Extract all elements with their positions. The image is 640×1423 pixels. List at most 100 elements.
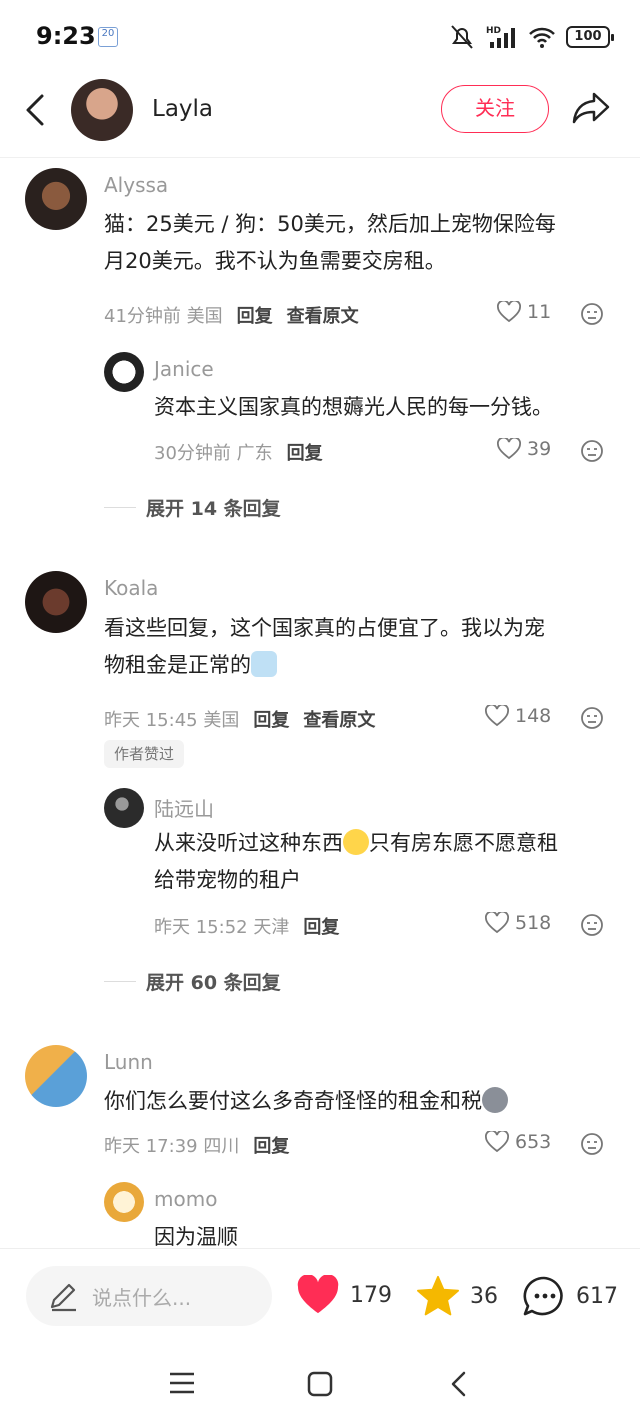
like-count: 39 — [527, 438, 552, 460]
reply-text-line: 给带宠物的租户 — [154, 868, 301, 892]
author-liked-badge: 作者赞过 — [104, 740, 185, 768]
share-icon[interactable] — [570, 88, 612, 128]
status-time: 9:23 — [36, 22, 96, 50]
comment-text-line: 你们怎么要付这么多奇奇怪怪的租金和税 — [104, 1083, 508, 1120]
like-button[interactable]: 148 — [485, 705, 551, 727]
bottom-action-bar: 说点什么... 179 36 617 — [0, 1248, 640, 1343]
author-name[interactable]: Layla — [152, 96, 213, 122]
comment-text: 你们怎么要付这么多奇奇怪怪的租金和税 — [104, 1089, 482, 1113]
battery-icon: 100 — [566, 26, 614, 48]
avatar[interactable] — [25, 571, 87, 633]
crying-emoji-icon — [343, 829, 369, 855]
wifi-icon — [529, 27, 555, 48]
heart-outline-icon — [485, 705, 509, 727]
reply-button[interactable]: 回复 — [253, 1132, 289, 1158]
back-nav-icon[interactable] — [448, 1370, 470, 1398]
comment-input-placeholder: 说点什么... — [92, 1285, 192, 1310]
status-bar: 9:23 20 HD 100 — [0, 0, 640, 72]
like-button[interactable]: 518 — [485, 912, 551, 934]
expand-replies-label: 展开 14 条回复 — [146, 498, 281, 520]
comment-meta: 昨天 17:39 四川 回复 — [104, 1132, 289, 1158]
divider — [104, 507, 136, 508]
heart-outline-icon — [497, 301, 521, 323]
mute-bell-icon — [451, 25, 473, 49]
back-arrow-icon[interactable] — [20, 90, 50, 130]
like-button[interactable]: 39 — [497, 438, 551, 460]
collect-count: 36 — [470, 1283, 498, 1309]
heart-outline-icon — [485, 1131, 509, 1153]
comment-text: 物租金是正常的 — [104, 653, 251, 677]
status-icons: HD 100 — [448, 22, 614, 52]
signal-icon: HD — [486, 26, 515, 48]
avatar[interactable] — [25, 168, 87, 230]
comment-meta: 41分钟前 美国 回复 查看原文 — [104, 302, 359, 328]
expand-replies-button[interactable]: 展开 60 条回复 — [104, 968, 281, 995]
note-header: Layla 关注 — [0, 72, 640, 158]
divider — [104, 981, 136, 982]
avatar[interactable] — [25, 1045, 87, 1107]
reply-button[interactable]: 回复 — [287, 439, 323, 465]
comment-text-line: 猫：25美元 / 狗：50美元，然后加上宠物保险每 — [104, 212, 556, 236]
expand-replies-button[interactable]: 展开 14 条回复 — [104, 494, 281, 521]
dislike-face-icon[interactable] — [580, 706, 604, 730]
dislike-face-icon[interactable] — [580, 302, 604, 326]
avatar[interactable] — [104, 1182, 144, 1222]
avatar[interactable] — [104, 788, 144, 828]
comment-list[interactable]: Alyssa 猫：25美元 / 狗：50美元，然后加上宠物保险每 月20美元。我… — [0, 158, 640, 1248]
comment-text-line: 月20美元。我不认为鱼需要交房租。 — [104, 249, 446, 273]
follow-button[interactable]: 关注 — [441, 85, 549, 133]
comment-username[interactable]: Lunn — [104, 1050, 153, 1074]
reply-button[interactable]: 回复 — [237, 302, 273, 328]
like-button[interactable]: 11 — [497, 301, 551, 323]
comment-time: 昨天 17:39 四川 — [104, 1136, 240, 1157]
heart-outline-icon — [485, 912, 509, 934]
like-note-button[interactable]: 179 — [296, 1275, 392, 1315]
comment-input[interactable]: 说点什么... — [26, 1266, 272, 1326]
like-count: 11 — [527, 301, 552, 323]
avatar[interactable] — [104, 352, 144, 392]
reply-button[interactable]: 回复 — [253, 706, 289, 732]
reply-username[interactable]: momo — [154, 1187, 217, 1211]
star-filled-icon — [417, 1275, 459, 1316]
emoji-icon — [251, 651, 277, 677]
system-nav-bar — [0, 1343, 640, 1423]
expand-replies-label: 展开 60 条回复 — [146, 972, 281, 994]
reply-meta: 30分钟前 广东 回复 — [154, 439, 323, 465]
comment-count: 617 — [576, 1283, 618, 1309]
comment-button[interactable]: 617 — [522, 1275, 618, 1317]
like-count: 148 — [515, 705, 552, 727]
reply-text: 资本主义国家真的想薅光人民的每一分钱。 — [154, 395, 553, 419]
pencil-icon — [50, 1283, 76, 1312]
reply-text: 只有房东愿不愿意租 — [369, 831, 558, 855]
comment-time: 41分钟前 美国 — [104, 306, 223, 327]
calendar-icon: 20 — [98, 27, 118, 47]
comment-username[interactable]: Koala — [104, 576, 158, 600]
chat-bubble-icon — [523, 1276, 563, 1316]
menu-icon[interactable] — [168, 1370, 196, 1396]
author-avatar[interactable] — [71, 79, 133, 141]
reply-username[interactable]: 陆远山 — [154, 793, 214, 822]
like-button[interactable]: 653 — [485, 1131, 551, 1153]
svg-text:HD: HD — [486, 26, 501, 36]
reply-time: 30分钟前 广东 — [154, 443, 273, 464]
comment-text-line: 看这些回复，这个国家真的占便宜了。我以为宠 — [104, 616, 545, 640]
reply-text-line: 从来没听过这种东西 只有房东愿不愿意租 — [154, 825, 558, 862]
reply-text: 因为温顺 — [154, 1225, 238, 1248]
reply-text: 从来没听过这种东西 — [154, 831, 343, 855]
dislike-face-icon[interactable] — [580, 439, 604, 463]
collect-button[interactable]: 36 — [416, 1275, 498, 1317]
heart-outline-icon — [497, 438, 521, 460]
reply-time: 昨天 15:52 天津 — [154, 917, 290, 938]
view-original-button[interactable]: 查看原文 — [287, 302, 359, 328]
like-count: 653 — [515, 1131, 552, 1153]
view-original-button[interactable]: 查看原文 — [303, 706, 375, 732]
dislike-face-icon[interactable] — [580, 913, 604, 937]
comment-username[interactable]: Alyssa — [104, 173, 168, 197]
reply-username[interactable]: Janice — [154, 357, 214, 381]
reply-button[interactable]: 回复 — [303, 913, 339, 939]
heart-filled-icon — [297, 1275, 339, 1314]
comment-time: 昨天 15:45 美国 — [104, 710, 240, 731]
home-icon[interactable] — [306, 1370, 334, 1398]
comment-text-line: 物租金是正常的 — [104, 647, 277, 684]
dislike-face-icon[interactable] — [580, 1132, 604, 1156]
